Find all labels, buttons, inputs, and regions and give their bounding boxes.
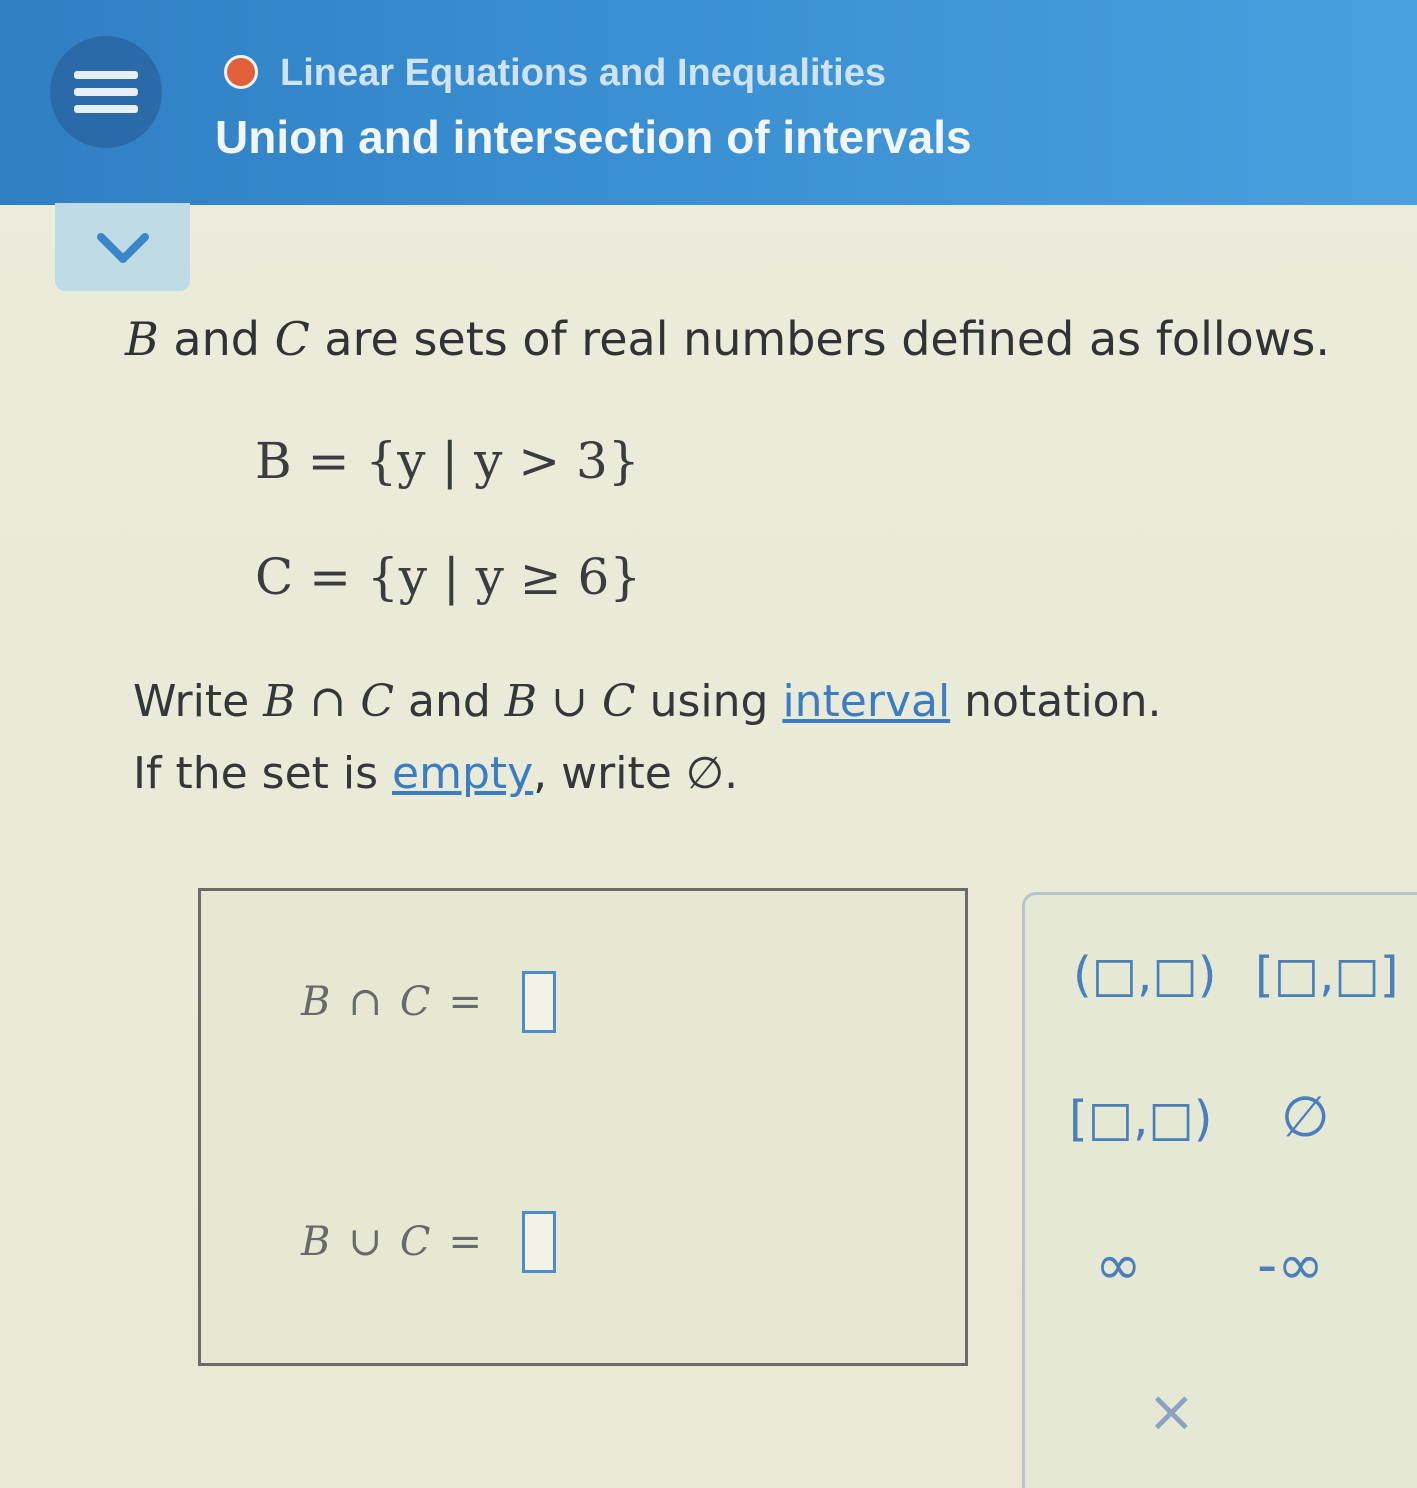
union-equals: = — [448, 1219, 483, 1265]
clear-button[interactable]: × — [1147, 1377, 1196, 1445]
set-b-definition: B = {y | y > 3} — [255, 432, 640, 490]
intersection-row: B ∩ C = — [301, 971, 557, 1033]
answer-box: B ∩ C = B ∪ C = — [198, 888, 968, 1366]
intersection-equals: = — [448, 979, 483, 1025]
lesson-title: Union and intersection of intervals — [215, 111, 972, 163]
infinity-key[interactable]: ∞ — [1095, 1233, 1142, 1298]
topic-title: Linear Equations and Inequalities — [280, 52, 886, 94]
set-c-definition: C = {y | y ≥ 6} — [255, 548, 642, 606]
page: Linear Equations and Inequalities Union … — [0, 0, 1417, 1488]
union-answer-input[interactable] — [522, 1211, 557, 1273]
intersection-b-label: B — [301, 979, 331, 1025]
intersection-operator: ∩ — [348, 979, 382, 1025]
math-keypad: (□,□) [□,□] [□,□) ∅ ∞ -∞ × — [1022, 892, 1417, 1488]
union-b-label: B — [301, 1219, 331, 1265]
instruction-line-1: Write B ∩ C and B ∪ C using interval not… — [133, 676, 1162, 727]
union-row: B ∪ C = — [301, 1211, 557, 1273]
empty-set-key[interactable]: ∅ — [1281, 1085, 1330, 1150]
open-interval-key[interactable]: (□,□) — [1073, 947, 1216, 1003]
interval-link[interactable]: interval — [782, 676, 950, 727]
intersection-answer-input[interactable] — [522, 971, 557, 1033]
collapse-toggle-button[interactable] — [55, 203, 190, 291]
closed-interval-key[interactable]: [□,□] — [1255, 947, 1398, 1003]
chevron-down-icon — [96, 233, 149, 263]
negative-infinity-key[interactable]: -∞ — [1257, 1233, 1324, 1298]
menu-button[interactable] — [50, 36, 162, 148]
status-dot-icon — [224, 55, 258, 89]
intersection-c-label: C — [399, 979, 431, 1025]
union-operator: ∪ — [348, 1219, 382, 1265]
hamburger-icon — [74, 62, 138, 122]
half-open-interval-key[interactable]: [□,□) — [1069, 1091, 1212, 1147]
problem-intro: B and C are sets of real numbers defined… — [125, 312, 1330, 366]
union-c-label: C — [399, 1219, 431, 1265]
empty-link[interactable]: empty — [392, 748, 533, 799]
header-bar: Linear Equations and Inequalities Union … — [0, 0, 1417, 205]
instruction-line-2: If the set is empty, write ∅. — [133, 748, 739, 799]
